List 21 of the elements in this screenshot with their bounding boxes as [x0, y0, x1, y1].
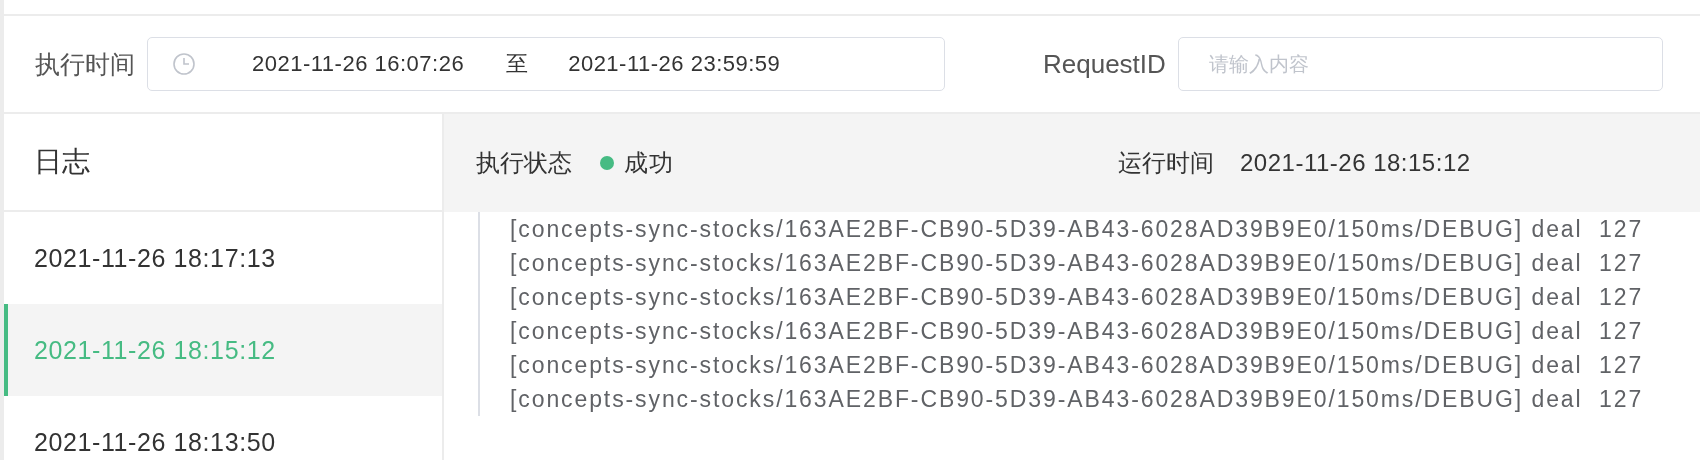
log-line: [concepts-sync-stocks/163AE2BF-CB90-5D39-AB43-6028AD39B9E0/150ms/DEBUG] deal 127 — [510, 351, 1645, 380]
date-range-field[interactable]: 2021-11-26 16:07:26 至 2021-11-26 23:59:59 — [147, 37, 945, 91]
log-line: [concepts-sync-stocks/163AE2BF-CB90-5D39-AB43-6028AD39B9E0/150ms/DEBUG] deal 127 — [510, 385, 1645, 414]
log-list-item[interactable]: 2021-11-26 18:17:13 — [4, 212, 442, 304]
log-line: [concepts-sync-stocks/163AE2BF-CB90-5D39-AB43-6028AD39B9E0/150ms/DEBUG] deal 127 — [510, 317, 1645, 346]
range-start: 2021-11-26 16:07:26 — [252, 51, 465, 77]
filter-label: RequestID — [1043, 48, 1166, 80]
log-line: [concepts-sync-stocks/163AE2BF-CB90-5D39-AB43-6028AD39B9E0/150ms/DEBUG] deal 127 — [510, 283, 1645, 312]
clock-icon — [172, 52, 196, 76]
list-title: 日志 — [34, 145, 90, 179]
log-list-item[interactable]: 2021-11-26 18:13:50 — [4, 396, 442, 460]
run-time-value: 2021-11-26 18:15:12 — [1240, 149, 1471, 177]
status-label: 执行状态 — [476, 148, 572, 178]
filter-label: 执行时间 — [35, 48, 135, 80]
request-id-field[interactable]: 请输入内容 — [1177, 37, 1663, 91]
log-line: [concepts-sync-stocks/163AE2BF-CB90-5D39-AB43-6028AD39B9E0/150ms/DEBUG] deal 127 — [510, 249, 1645, 278]
run-time-label: 运行时间 — [1118, 148, 1214, 178]
range-end: 2021-11-26 23:59:59 — [568, 51, 781, 77]
status-value: 成功 — [624, 148, 673, 178]
range-separator: 至 — [506, 50, 529, 78]
log-line: [concepts-sync-stocks/163AE2BF-CB90-5D39-AB43-6028AD39B9E0/150ms/DEBUG] deal 127 — [510, 215, 1645, 244]
